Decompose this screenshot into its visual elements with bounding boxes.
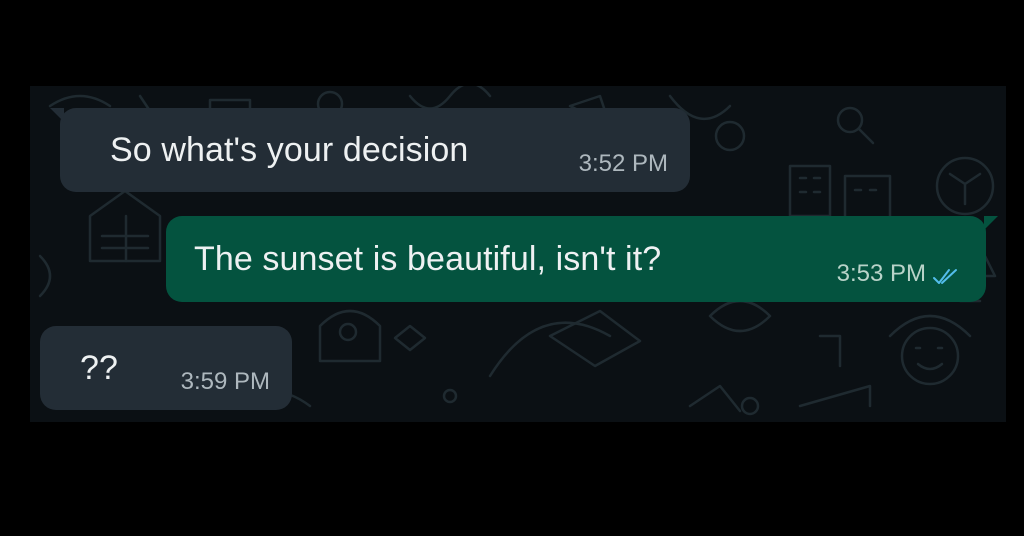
message-timestamp: 3:52 PM [578,150,668,177]
message-text: ?? [80,348,119,387]
bubble-tail [50,108,64,122]
screenshot-frame: So what's your decision 3:52 PM The suns… [0,0,1024,536]
double-check-read-icon [933,269,957,284]
message-timestamp: 3:53 PM [836,260,926,287]
incoming-message-bubble[interactable]: ?? 3:59 PM [40,326,292,410]
bubble-tail [984,216,998,230]
message-text: The sunset is beautiful, isn't it? [194,239,662,278]
incoming-message-bubble[interactable]: So what's your decision 3:52 PM [50,108,690,192]
outgoing-message-bubble[interactable]: The sunset is beautiful, isn't it? 3:53 … [166,216,998,302]
chat-conversation[interactable]: So what's your decision 3:52 PM The suns… [30,86,1006,422]
message-text: So what's your decision [110,130,469,169]
message-timestamp: 3:59 PM [180,368,270,395]
